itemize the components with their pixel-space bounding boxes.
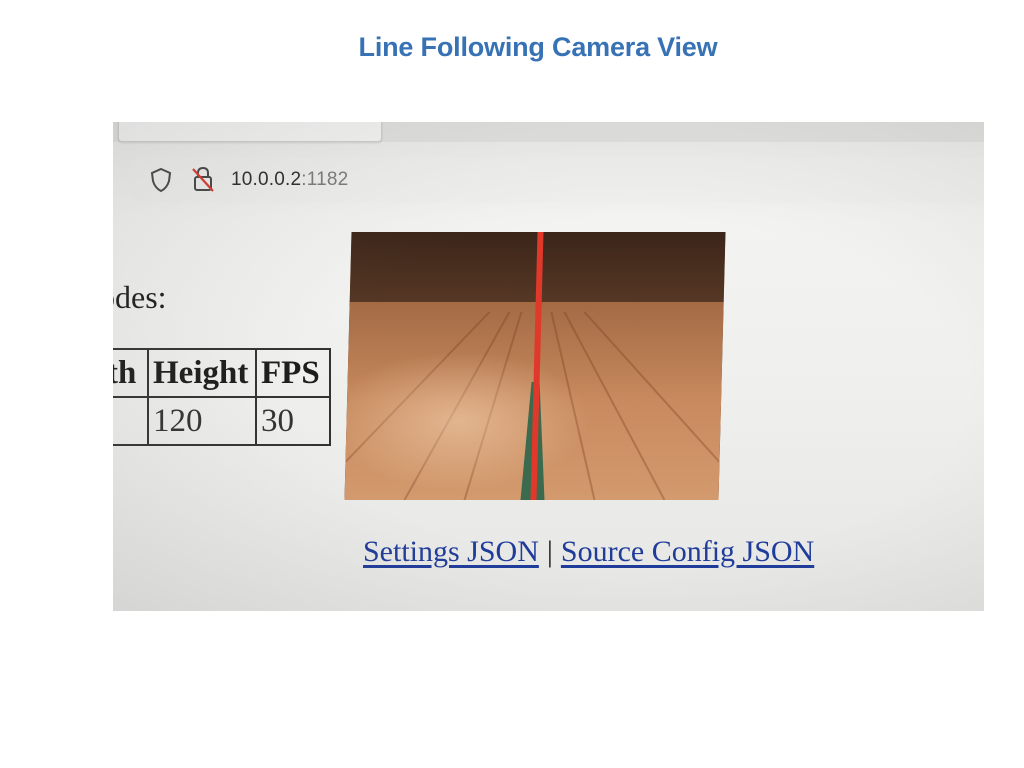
url-text[interactable]: 10.0.0.2:1182 [231, 169, 348, 191]
tab-strip [113, 122, 984, 142]
video-modes-label: odes: [113, 279, 167, 315]
slide-title: Line Following Camera View [358, 32, 718, 62]
header-width: th [113, 348, 149, 398]
link-separator: | [546, 535, 553, 568]
browser-tab[interactable] [118, 122, 382, 142]
insecure-lock-icon[interactable] [191, 165, 215, 193]
url-port: :1182 [301, 169, 349, 190]
video-modes-table: th Height FPS 120 30 [113, 348, 331, 446]
cell-fps: 30 [255, 396, 331, 446]
footer-links: Settings JSON | Source Config JSON [363, 535, 814, 569]
shield-icon[interactable] [149, 167, 173, 193]
cell-width [113, 396, 149, 446]
camera-stream [344, 232, 726, 500]
cell-height: 120 [147, 396, 257, 446]
address-bar[interactable]: 10.0.0.2:1182 [133, 157, 984, 203]
settings-json-link[interactable]: Settings JSON [363, 535, 539, 568]
table-header-row: th Height FPS [113, 348, 331, 398]
url-host: 10.0.0.2 [231, 169, 302, 190]
header-height: Height [147, 348, 257, 398]
page-content: odes: th Height FPS 120 30 [113, 212, 984, 611]
table-row: 120 30 [113, 396, 331, 446]
header-fps: FPS [255, 348, 331, 398]
source-config-json-link[interactable]: Source Config JSON [561, 535, 814, 568]
screen-photo: 10.0.0.2:1182 odes: th Height FPS 120 30 [113, 122, 984, 611]
